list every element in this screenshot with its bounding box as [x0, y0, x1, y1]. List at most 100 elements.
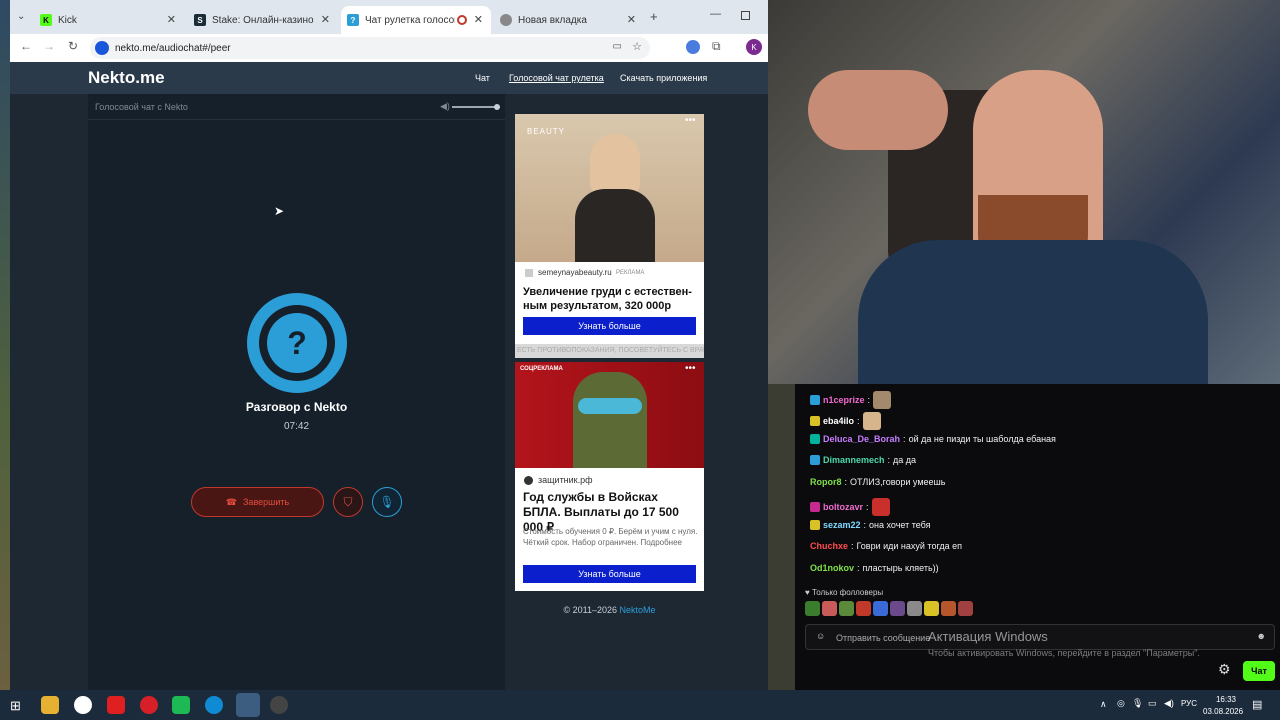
profile-avatar-icon[interactable]: K: [746, 39, 762, 55]
emote-icon[interactable]: [805, 601, 820, 616]
chat-colon: :: [903, 434, 906, 444]
nav-chat[interactable]: Чат: [475, 73, 490, 83]
settings-gear-icon[interactable]: ⚙: [1218, 661, 1231, 678]
maximize-icon[interactable]: [741, 11, 750, 20]
emote-icon[interactable]: [839, 601, 854, 616]
app-icon[interactable]: [172, 696, 190, 714]
smile-icon[interactable]: ☻: [1257, 631, 1266, 641]
tab-close-icon[interactable]: ✕: [627, 13, 636, 26]
ad-brand: BEAUTY: [527, 127, 566, 136]
opera-icon[interactable]: [140, 696, 158, 714]
chat-username[interactable]: Od1nokov: [810, 563, 854, 573]
ad-domain: semeynayabeauty.ru: [538, 268, 612, 277]
volume-tray-icon[interactable]: ◀): [1164, 698, 1174, 709]
chat-text: она хочет тебя: [869, 520, 931, 530]
site-header: Nekto.me Чат Голосовой чат рулетка Скача…: [10, 62, 768, 94]
install-app-icon[interactable]: ▭: [613, 41, 622, 52]
reload-icon[interactable]: ↻: [68, 39, 78, 53]
emoji-icon[interactable]: ☺: [816, 631, 825, 641]
file-explorer-icon[interactable]: [41, 696, 59, 714]
url-field[interactable]: nekto.me/audiochat#/peer ▭ ☆: [90, 37, 650, 59]
desktop-background: [0, 0, 10, 690]
tab-title: Новая вкладка: [518, 14, 587, 26]
yandex-browser-icon[interactable]: [74, 696, 92, 714]
chat-username[interactable]: Deluca_De_Borah: [823, 434, 900, 444]
user-badge-icon: [810, 434, 820, 444]
volume-slider[interactable]: [452, 104, 500, 110]
tab-new[interactable]: Новая вкладка ✕: [494, 6, 644, 34]
tab-close-icon[interactable]: ✕: [167, 13, 176, 26]
mic-tray-icon[interactable]: 🎙: [1132, 698, 1143, 709]
nav-voice-chat[interactable]: Голосовой чат рулетка: [509, 73, 604, 83]
clock-time[interactable]: 16:33: [1206, 695, 1246, 704]
emote-icon[interactable]: [822, 601, 837, 616]
tab-list-chevron-icon[interactable]: ⌄: [17, 11, 25, 22]
bookmark-star-icon[interactable]: ☆: [632, 40, 642, 53]
windows-start-icon[interactable]: ⊞: [10, 698, 21, 714]
more-dots-icon[interactable]: •••: [685, 115, 696, 126]
ad-cta-button[interactable]: Узнать больше: [523, 565, 696, 583]
end-call-button[interactable]: ☎ Завершить: [191, 487, 324, 517]
minimize-icon[interactable]: —: [710, 8, 721, 20]
chat-username[interactable]: Ropor8: [810, 477, 842, 487]
notification-icon[interactable]: ▤: [1252, 698, 1262, 711]
chat-username[interactable]: eba4ilo: [823, 416, 854, 426]
copyright-link[interactable]: NektoMe: [620, 605, 656, 615]
language-indicator[interactable]: РУС: [1181, 699, 1197, 708]
report-shield-button[interactable]: ⛉: [333, 487, 363, 517]
nav-download-apps[interactable]: Скачать приложения: [620, 73, 707, 83]
site-info-icon[interactable]: [95, 41, 109, 55]
ad-card-drones[interactable]: СОЦРЕКЛАМА ••• защитник.рф Год службы в …: [515, 362, 704, 591]
tab-stake[interactable]: S Stake: Онлайн-казино и ста ✕: [188, 6, 338, 34]
stream-chat: n1ceprize: eba4ilo: Deluca_De_Borah: ой да…: [795, 384, 1280, 690]
forward-arrow-icon[interactable]: →: [43, 39, 55, 53]
tab-close-icon[interactable]: ✕: [474, 13, 483, 26]
tab-bar: ⌄ K Kick ✕ S Stake: Онлайн-казино и ста …: [10, 0, 768, 34]
chat-username[interactable]: n1ceprize: [823, 395, 865, 405]
emote-icon[interactable]: [856, 601, 871, 616]
send-chat-button[interactable]: Чат: [1243, 661, 1275, 681]
network-icon[interactable]: ▭: [1148, 698, 1157, 709]
voice-chat-panel: Голосовой чат с Nekto ◀) ➤ ? Разговор с …: [88, 94, 505, 690]
recording-icon: [457, 15, 467, 25]
user-badge-icon: [810, 502, 820, 512]
emote-icon[interactable]: [941, 601, 956, 616]
ad-card-beauty[interactable]: BEAUTY ••• semeynayabeauty.ru РЕКЛАМА Ув…: [515, 114, 704, 358]
tab-close-icon[interactable]: ✕: [321, 13, 330, 26]
emote-icon[interactable]: [958, 601, 973, 616]
extensions-icon[interactable]: ⧉: [712, 39, 721, 54]
ad-title: Увеличение груди с естествен-ным результ…: [523, 286, 692, 312]
chat-colon: :: [867, 395, 871, 405]
chat-message: Od1nokov: пластырь кляеть)): [810, 563, 939, 573]
tray-chevron-icon[interactable]: ∧: [1100, 699, 1107, 710]
translate-icon[interactable]: [686, 40, 700, 54]
emote-icon[interactable]: [907, 601, 922, 616]
edge-icon[interactable]: [205, 696, 223, 714]
microphone-button[interactable]: 🎙: [372, 487, 402, 517]
chrome-icon[interactable]: [236, 693, 260, 717]
clock-date[interactable]: 03.08.2026: [1203, 707, 1243, 716]
new-tab-plus-icon[interactable]: +: [650, 9, 658, 24]
tab-nekto[interactable]: ? Чат рулетка голосовая - ✕: [341, 6, 491, 34]
copyright-text: © 2011–2026: [563, 605, 617, 615]
emote-icon[interactable]: [890, 601, 905, 616]
chat-username[interactable]: Dimannemech: [823, 455, 885, 465]
domain-icon: [524, 476, 533, 485]
more-dots-icon[interactable]: •••: [685, 363, 696, 374]
tray-app-icon[interactable]: ◎: [1117, 698, 1125, 709]
obs-icon[interactable]: [270, 696, 288, 714]
user-badge-icon: [810, 455, 820, 465]
ad-cta-button[interactable]: Узнать больше: [523, 317, 696, 335]
emote-icon[interactable]: [924, 601, 939, 616]
back-arrow-icon[interactable]: ←: [20, 39, 32, 53]
volume-knob[interactable]: [494, 104, 500, 110]
tab-kick[interactable]: K Kick ✕: [34, 6, 184, 34]
site-logo[interactable]: Nekto.me: [88, 68, 165, 88]
yandex-icon[interactable]: [107, 696, 125, 714]
chat-username[interactable]: boltozavr: [823, 502, 863, 512]
chat-username[interactable]: Chuchxe: [810, 541, 848, 551]
windows-activation-subtitle: Чтобы активировать Windows, перейдите в …: [928, 648, 1200, 658]
chat-username[interactable]: sezam22: [823, 520, 861, 530]
domain-icon: [525, 269, 533, 277]
emote-icon[interactable]: [873, 601, 888, 616]
